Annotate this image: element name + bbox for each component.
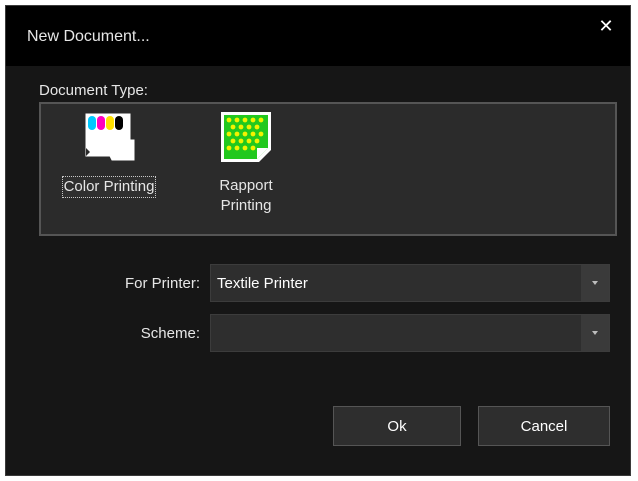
document-type-label: Document Type: <box>39 82 148 99</box>
document-type-color-printing[interactable]: Color Printing <box>47 110 171 198</box>
color-printing-icon <box>85 113 135 161</box>
color-printing-label: Color Printing <box>61 176 157 198</box>
printer-label: For Printer: <box>124 275 200 292</box>
printer-dropdown-button[interactable] <box>581 265 609 301</box>
rapport-printing-label: Rapport Printing <box>219 177 273 214</box>
document-type-rapport-printing[interactable]: Rapport Printing <box>196 110 296 216</box>
scheme-select[interactable] <box>210 314 610 352</box>
printer-value: Textile Printer <box>217 275 308 292</box>
new-document-dialog: New Document... ✕ Document Type: Color P… <box>5 5 631 476</box>
chevron-down-icon <box>592 281 598 285</box>
ok-button-label: Ok <box>387 417 407 435</box>
title-bar: New Document... ✕ <box>6 6 630 66</box>
scheme-dropdown-button[interactable] <box>581 315 609 351</box>
printer-select[interactable]: Textile Printer <box>210 264 610 302</box>
document-type-list: Color Printing Rapport Printing <box>39 102 617 236</box>
close-icon: ✕ <box>598 16 614 36</box>
scheme-label: Scheme: <box>140 325 200 342</box>
dialog-title: New Document... <box>27 28 150 45</box>
cancel-button-label: Cancel <box>520 417 568 435</box>
chevron-down-icon <box>592 331 598 335</box>
cancel-button[interactable]: Cancel <box>478 406 610 446</box>
ok-button[interactable]: Ok <box>333 406 461 446</box>
close-button[interactable]: ✕ <box>596 16 616 36</box>
rapport-printing-icon <box>221 112 271 162</box>
